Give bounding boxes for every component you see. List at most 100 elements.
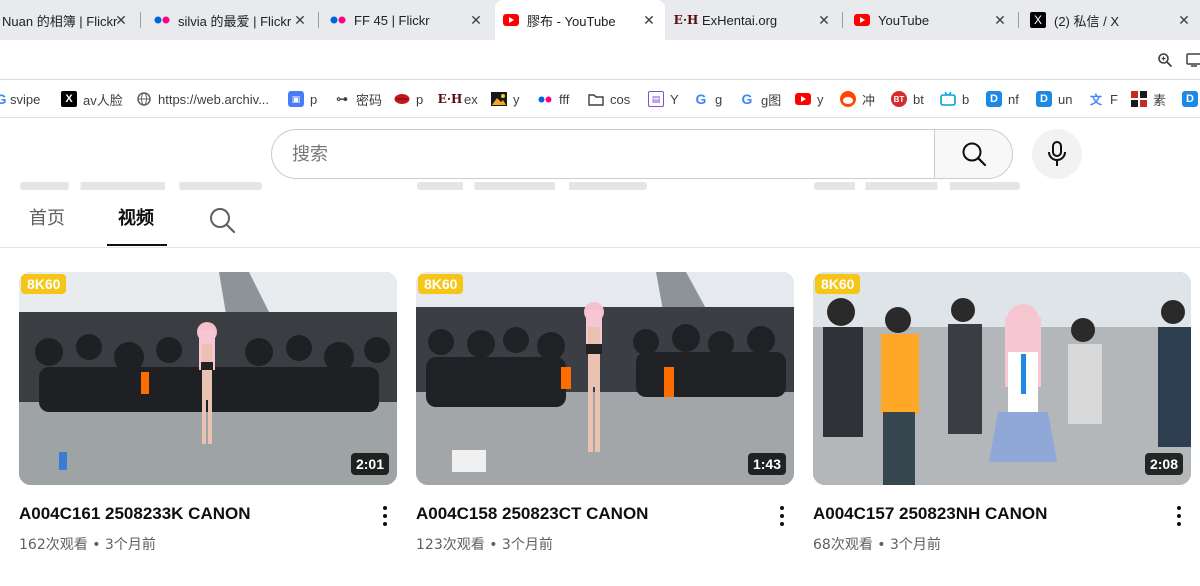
voice-search-button[interactable]: [1032, 129, 1082, 179]
cast-icon[interactable]: [1186, 52, 1200, 68]
browser-tab-x-messages[interactable]: X (2) 私信 / X ✕: [1022, 0, 1200, 40]
bookmark-password[interactable]: ⊶ 密码: [334, 89, 382, 109]
close-icon[interactable]: ✕: [292, 12, 308, 28]
close-icon[interactable]: ✕: [641, 12, 657, 28]
bookmark-p[interactable]: ▣ p: [288, 89, 317, 109]
bookmark-ex[interactable]: E·H ex: [438, 89, 478, 109]
bookmark-reddit[interactable]: 冲: [840, 89, 875, 109]
bookmark-label: y: [817, 91, 824, 107]
google-icon: G: [0, 91, 7, 107]
obscured-header-text: [417, 182, 647, 190]
close-icon[interactable]: ✕: [1176, 12, 1192, 28]
upload-age: 3个月前: [890, 537, 941, 553]
bookmark-label: cos: [610, 91, 631, 107]
bookmark-g[interactable]: G g: [693, 89, 723, 109]
video-thumbnail[interactable]: 8K60 1:43: [416, 272, 794, 485]
more-options-icon[interactable]: [776, 504, 788, 528]
bookmark-g-images[interactable]: G g图: [739, 89, 782, 109]
google-icon: G: [741, 91, 753, 107]
youtube-icon: [503, 12, 519, 28]
bookmark-nf[interactable]: D nf: [986, 89, 1019, 109]
browser-tab-nuan[interactable]: Nuan 的相簿 | Flickr ✕: [0, 0, 137, 40]
google-icon: G: [695, 91, 707, 107]
tab-videos[interactable]: 视频: [118, 204, 154, 230]
duration-badge: 1:43: [747, 453, 786, 475]
duration-badge: 2:08: [1144, 453, 1183, 475]
bookmark-F[interactable]: 文 F: [1088, 89, 1118, 109]
tab-divider: [140, 12, 141, 28]
x-icon: X: [61, 91, 77, 107]
search-box[interactable]: [271, 129, 935, 179]
bilibili-tv-icon: [940, 91, 956, 107]
d-icon: D: [1182, 91, 1198, 107]
bookmarks-bar: G svipe X av人脸 https://web.archiv... ▣ p…: [0, 80, 1200, 118]
bookmark-b[interactable]: b: [940, 89, 969, 109]
bookmark-label: F: [1110, 91, 1118, 107]
search-icon: [962, 142, 986, 167]
browser-tab-youtube-active[interactable]: 膠布 - YouTube ✕: [495, 0, 665, 40]
grid-icon: [1131, 91, 1147, 107]
more-options-icon[interactable]: [379, 504, 391, 528]
folder-icon: [588, 91, 604, 107]
close-icon[interactable]: ✕: [468, 12, 484, 28]
bookmark-label: p: [310, 91, 318, 107]
search-input[interactable]: [292, 143, 935, 165]
view-count: 68次观看: [813, 537, 873, 553]
browser-tab-strip: Nuan 的相簿 | Flickr ✕ silvia 的最爱 | Flickr …: [0, 0, 1200, 40]
upload-age: 3个月前: [501, 537, 553, 553]
tab-home[interactable]: 首页: [29, 204, 65, 230]
thumbnail-image: [19, 272, 397, 485]
close-icon[interactable]: ✕: [816, 12, 832, 28]
bookmark-un[interactable]: D un: [1036, 89, 1072, 109]
bookmark-label: nf: [1008, 91, 1019, 107]
close-icon[interactable]: ✕: [992, 12, 1008, 28]
video-title[interactable]: A004C161 2508233K CANON: [19, 504, 251, 524]
zoom-icon[interactable]: [1157, 52, 1173, 68]
browser-tab-youtube[interactable]: YouTube ✕: [846, 0, 1016, 40]
bilibili-icon: ▣: [288, 91, 304, 107]
bookmark-y[interactable]: y: [491, 89, 520, 109]
video-thumbnail[interactable]: 8K60 2:08: [813, 272, 1191, 485]
bookmark-Y[interactable]: ▤ Y: [648, 89, 679, 109]
browser-tab-ff45[interactable]: FF 45 | Flickr ✕: [322, 0, 492, 40]
bookmark-bt[interactable]: BT bt: [891, 89, 924, 109]
video-title[interactable]: A004C157 250823NH CANON: [813, 504, 1047, 524]
channel-tabs: 首页 视频: [0, 190, 1200, 248]
bookmark-label: y: [513, 91, 520, 107]
bookmark-av[interactable]: X av人脸: [61, 89, 123, 109]
bookmark-cos[interactable]: cos: [588, 89, 630, 109]
more-options-icon[interactable]: [1173, 504, 1185, 528]
view-count: 162次观看: [19, 537, 88, 553]
bookmark-youtube[interactable]: y: [795, 89, 824, 109]
globe-icon: [136, 91, 152, 107]
bookmark-web-archive[interactable]: https://web.archiv...: [136, 89, 269, 109]
close-icon[interactable]: ✕: [113, 12, 129, 28]
x-icon: X: [1030, 12, 1046, 28]
channel-search-icon[interactable]: [208, 206, 236, 234]
bookmark-svipe[interactable]: G svipe: [0, 89, 40, 109]
bookmark-d[interactable]: D: [1182, 89, 1200, 109]
bookmark-label: g图: [761, 92, 782, 108]
bookmark-label: ex: [464, 91, 478, 107]
browser-tab-silvia[interactable]: silvia 的最爱 | Flickr ✕: [146, 0, 316, 40]
bookmark-su[interactable]: 素: [1131, 89, 1166, 109]
bookmark-fff[interactable]: fff: [537, 89, 569, 109]
video-title[interactable]: A004C158 250823CT CANON: [416, 504, 648, 524]
video-meta: 68次观看 • 3个月前: [813, 534, 941, 554]
search-button[interactable]: [934, 129, 1013, 179]
exhentai-icon: E·H: [673, 13, 699, 27]
meta-separator: •: [489, 537, 498, 553]
reddit-icon: [840, 91, 856, 107]
youtube-icon: [854, 12, 870, 28]
d-icon: D: [1036, 91, 1052, 107]
translate-icon: 文: [1089, 92, 1102, 107]
browser-tab-exhentai[interactable]: E·H ExHentai.org ✕: [670, 0, 840, 40]
bookmark-label: av人脸: [83, 92, 123, 108]
microphone-icon: [1048, 141, 1066, 166]
duration-badge: 2:01: [350, 453, 389, 475]
video-thumbnail[interactable]: 8K60 2:01: [19, 272, 397, 485]
flickr-icon: [330, 12, 346, 28]
selected-tab-indicator: [107, 244, 167, 246]
bookmark-p2[interactable]: p: [394, 89, 423, 109]
bookmark-label: Y: [670, 91, 679, 107]
